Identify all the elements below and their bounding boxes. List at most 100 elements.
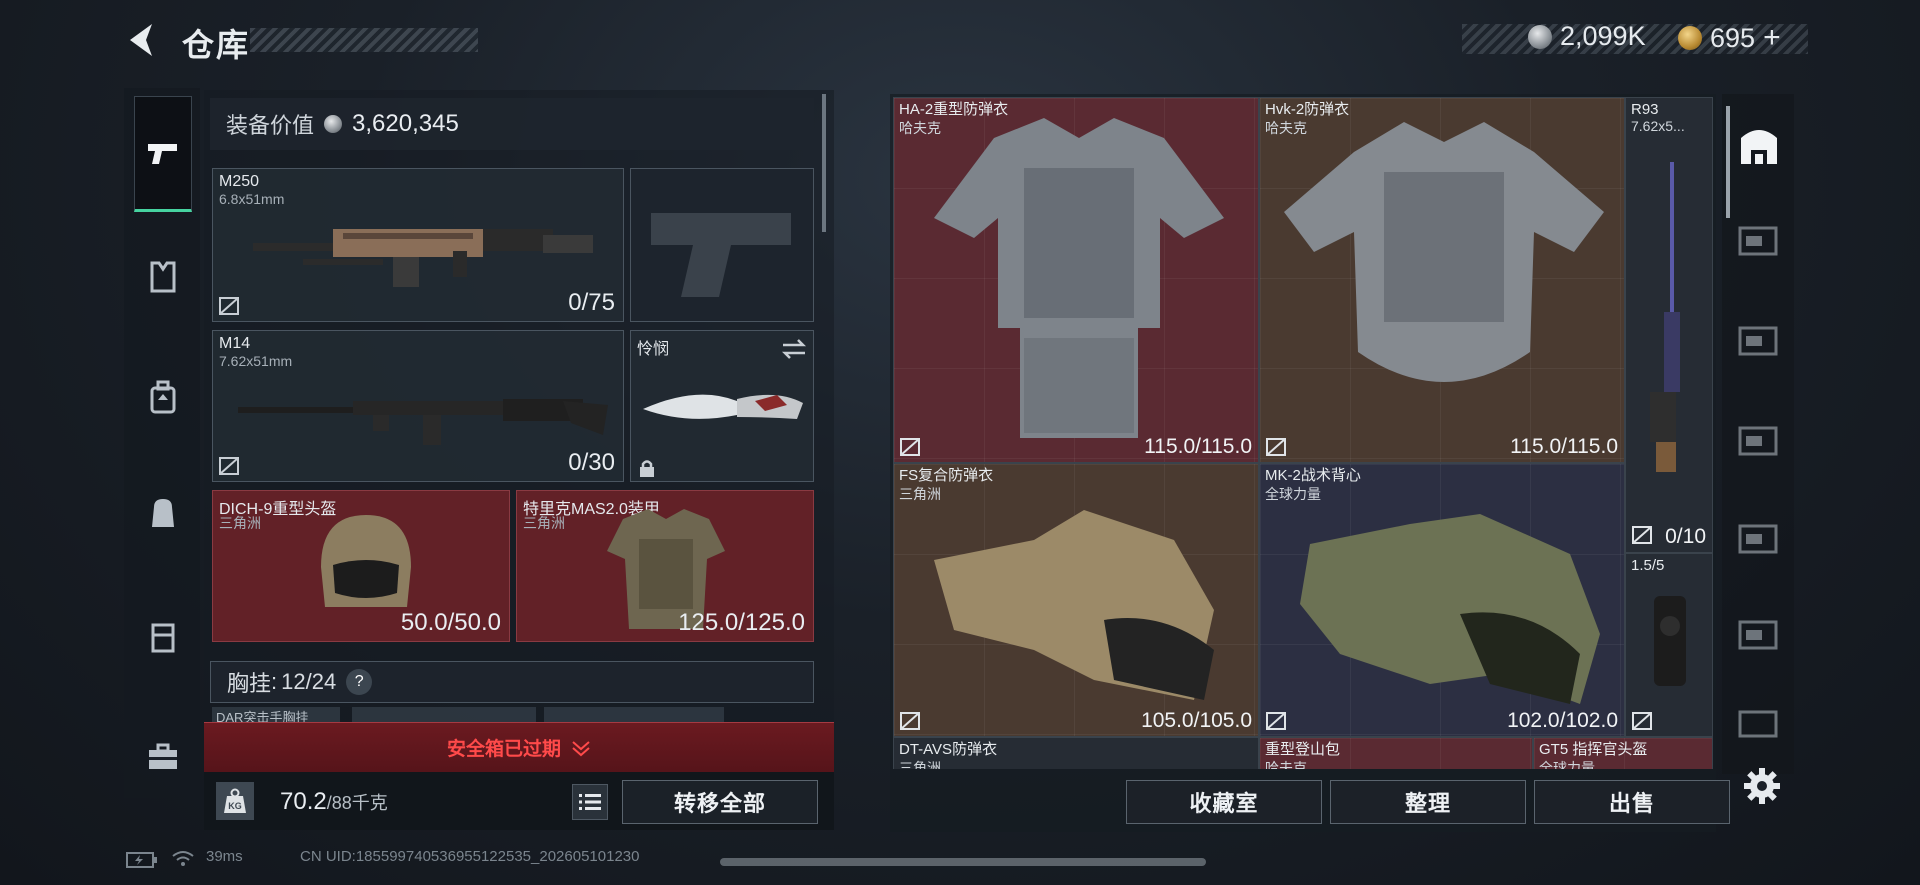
primary-weapon-slot-1[interactable]: M250 6.8x51mm 0/75 (212, 168, 624, 322)
scope-image (1654, 596, 1686, 686)
storage-box-icon (1738, 326, 1778, 356)
add-gold-button[interactable]: + (1763, 21, 1781, 55)
armor-faction: 三角洲 (523, 515, 565, 531)
weight-kg-icon: KG (216, 782, 254, 820)
item-sub: 7.62x5... (1631, 118, 1685, 134)
battery-icon (126, 852, 157, 868)
chest-rig-bar: 胸挂 : 12/24 ? (210, 661, 814, 703)
list-icon (579, 794, 601, 810)
weapon-name: M250 (219, 173, 260, 190)
m14-rifle-image (238, 399, 608, 445)
no-insurance-icon (1266, 438, 1286, 456)
sniper-rifle-image (1650, 162, 1680, 472)
knife-image (643, 394, 803, 419)
chest-rig-icon (151, 623, 175, 653)
melee-slot[interactable]: 怜悯 (630, 330, 814, 482)
helmet-slot[interactable]: DICH-9重型头盔 三角洲 50.0/50.0 (212, 490, 510, 642)
warehouse-item[interactable]: HA-2重型防弹衣 哈夫克 115.0/115.0 (893, 97, 1259, 463)
warehouse-tab-2[interactable] (1734, 320, 1784, 360)
armor-slot[interactable]: 特里克MAS2.0装甲 三角洲 125.0/125.0 (516, 490, 814, 642)
vest-icon (150, 261, 176, 293)
storage-box-icon (1738, 710, 1778, 738)
warehouse-item[interactable]: Hvk-2防弹衣 哈夫克 115.0/115.0 (1259, 97, 1625, 463)
player-uid: CN UID:18559974053695512253​5_2026051012… (300, 848, 640, 865)
helmet-durability: 50.0/50.0 (400, 609, 501, 636)
item-name: 1.5/5 (1631, 557, 1665, 574)
weight-current: 70.2 (280, 788, 327, 815)
rail-armor[interactable] (134, 248, 192, 306)
warehouse-item[interactable]: FS复合防弹衣 三角洲 105.0/105.0 (893, 463, 1259, 737)
item-durability: 102.0/102.0 (1507, 709, 1618, 732)
title-stripe-decoration (250, 28, 478, 52)
home-indicator[interactable] (720, 858, 1206, 866)
weapon-name: M14 (219, 335, 251, 352)
rail-backpack[interactable] (134, 368, 192, 426)
briefcase-icon (149, 743, 177, 769)
ammo-count: 0/75 (568, 289, 615, 316)
warehouse-tab-5[interactable] (1734, 614, 1784, 654)
chevron-down-icon (572, 740, 590, 756)
chest-rig-colon: : (271, 669, 278, 694)
rail-rig[interactable] (134, 608, 192, 666)
warehouse-item[interactable]: DT-AVS防弹衣 三角洲 (893, 737, 1259, 769)
back-arrow-icon[interactable] (122, 18, 166, 62)
warehouse-tab-3[interactable] (1734, 420, 1784, 460)
pistol-icon (148, 144, 177, 164)
safe-box-expired-banner[interactable]: 安全箱已过期 (204, 722, 834, 772)
warehouse-tab-1[interactable] (1734, 220, 1784, 260)
no-insurance-icon (1266, 712, 1286, 730)
no-insurance-icon (900, 438, 920, 456)
settings-gear-icon[interactable] (1740, 764, 1784, 808)
item-name: MK-2战术背心 (1265, 467, 1361, 484)
swap-arrows-icon[interactable] (781, 339, 807, 359)
armor-durability: 125.0/125.0 (678, 609, 805, 636)
kg-label: KG (228, 801, 242, 811)
item-durability: 115.0/115.0 (1510, 435, 1618, 458)
no-insurance-icon (219, 297, 239, 315)
item-name: DT-AVS防弹衣 (899, 741, 998, 758)
carry-weight: 70.2/88千克 (280, 788, 388, 816)
no-insurance-icon (900, 712, 920, 730)
warehouse-item[interactable]: MK-2战术背心 全球力量 102.0/102.0 (1259, 463, 1625, 737)
silver-coin-icon (1528, 24, 1552, 49)
sort-button[interactable]: 整理 (1330, 780, 1526, 824)
storage-box-icon (1738, 226, 1778, 256)
chest-rig-help-button[interactable]: ? (346, 669, 373, 695)
collection-room-button[interactable]: 收藏室 (1126, 780, 1322, 824)
warehouse-tab-scrollbar[interactable] (1726, 106, 1730, 218)
warehouse-item[interactable]: 重型登山包 哈夫克 (1259, 737, 1533, 769)
equipment-value-label: 装备价值 (226, 113, 315, 138)
wifi-icon (172, 851, 194, 866)
helmet-image (321, 515, 411, 607)
gold-currency[interactable]: 695 + (1678, 21, 1781, 55)
rail-bag[interactable] (134, 484, 192, 542)
sell-button[interactable]: 出售 (1534, 780, 1730, 824)
warehouse-icon (1741, 130, 1777, 164)
item-faction: 三角洲 (899, 760, 941, 769)
chest-rig-capacity: 12/24 (281, 669, 337, 694)
transfer-all-button[interactable]: 转移全部 (622, 780, 818, 824)
warehouse-tab-6[interactable] (1734, 706, 1784, 742)
sidearm-slot-empty[interactable] (630, 168, 814, 322)
loadout-scrollbar[interactable] (822, 94, 826, 232)
warehouse-item[interactable]: R93 7.62x5... 0/10 (1625, 97, 1713, 553)
item-faction: 全球力量 (1539, 760, 1595, 769)
list-view-button[interactable] (572, 784, 608, 820)
bag-icon (152, 499, 174, 527)
melee-name: 怜悯 (637, 341, 670, 358)
armor-image (1284, 122, 1604, 382)
warehouse-tab-all[interactable] (1734, 126, 1784, 166)
equipment-value: 3,620,345 (352, 110, 459, 137)
primary-weapon-slot-2[interactable]: M14 7.62x51mm 0/30 (212, 330, 624, 482)
item-durability: 105.0/105.0 (1141, 709, 1252, 732)
warehouse-tab-4[interactable] (1734, 518, 1784, 558)
lock-icon (640, 460, 654, 477)
rail-case[interactable] (134, 728, 192, 786)
no-insurance-icon (1632, 526, 1652, 544)
backpack-icon (150, 380, 176, 414)
warehouse-item[interactable]: GT5 指挥官头盔 全球力量 (1533, 737, 1713, 769)
item-name: 重型登山包 (1265, 741, 1341, 758)
gold-coin-icon (1678, 26, 1702, 50)
rail-weapons[interactable] (134, 96, 192, 212)
warehouse-item[interactable]: 1.5/5 (1625, 553, 1713, 737)
